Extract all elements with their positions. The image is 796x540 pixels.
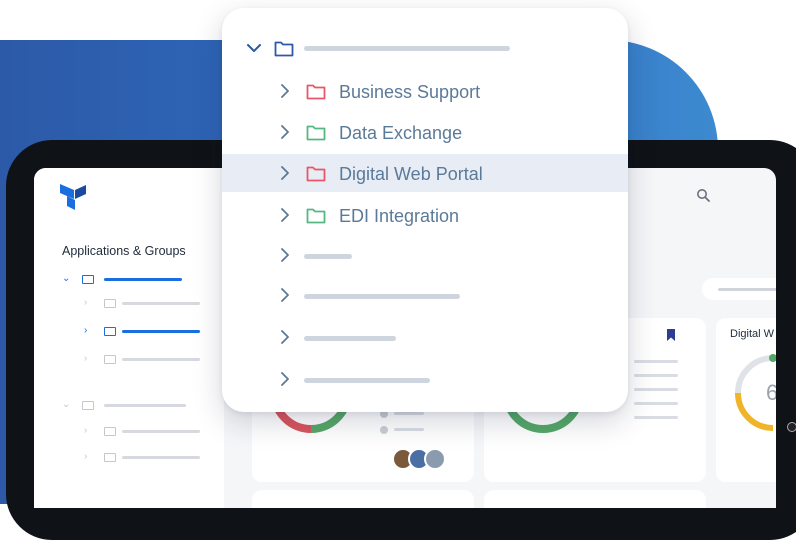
chevron-right-icon: › (84, 297, 88, 308)
sidebar: Applications & Groups ⌄ › › › ⌄ › › (34, 168, 224, 508)
folder-icon (104, 327, 116, 336)
tree-item-label: Business Support (339, 82, 481, 102)
folder-icon (306, 208, 326, 224)
sidebar-item-active[interactable]: › (84, 324, 214, 338)
root-label-placeholder (304, 46, 510, 51)
chevron-down-icon: ⌄ (62, 273, 71, 284)
chevron-right-icon (281, 372, 289, 386)
search-icon[interactable] (696, 188, 710, 202)
tree-item-label: Digital Web Portal (339, 164, 483, 184)
chevron-right-icon (281, 288, 289, 302)
chevron-right-icon: › (84, 451, 88, 462)
folder-icon (306, 166, 326, 182)
legend-dot (380, 426, 388, 434)
tree-placeholder-row[interactable] (222, 320, 628, 358)
tree-item-row[interactable]: EDI Integration (222, 198, 628, 236)
group-label-placeholder (104, 404, 186, 407)
card-title: Digital W (730, 328, 775, 340)
chevron-right-icon (281, 248, 289, 262)
chevron-right-icon (281, 166, 289, 180)
chevron-right-icon (281, 125, 289, 139)
sidebar-group-2[interactable]: ⌄ (62, 398, 212, 412)
item-label-placeholder (122, 430, 200, 433)
sidebar-item[interactable]: › (84, 424, 214, 438)
card-placeholder (252, 490, 474, 508)
chevron-right-icon (281, 208, 289, 222)
folder-icon (104, 355, 116, 364)
folder-icon (104, 453, 116, 462)
chevron-down-icon (247, 44, 261, 52)
folder-icon (274, 41, 294, 57)
sidebar-group-1[interactable]: ⌄ (62, 272, 212, 286)
chevron-right-icon (281, 84, 289, 98)
device-camera (787, 422, 796, 432)
chevron-right-icon: › (84, 353, 88, 364)
chevron-right-icon (281, 330, 289, 344)
tree-root-row[interactable] (222, 30, 628, 68)
item-label-placeholder (122, 302, 200, 305)
app-logo-icon (60, 184, 86, 210)
chevron-down-icon: ⌄ (62, 399, 71, 410)
tree-placeholder-row[interactable] (222, 278, 628, 316)
bookmark-icon[interactable] (666, 328, 676, 342)
tree-item-row[interactable]: Data Exchange (222, 115, 628, 153)
item-label-placeholder (122, 330, 200, 333)
tree-item-row-selected[interactable]: Digital Web Portal (222, 154, 628, 192)
folder-tree-popup: Business Support Data Exchange Digital W… (222, 8, 628, 412)
status-card-digital[interactable]: Digital W 6 (716, 318, 776, 482)
tree-placeholder-row[interactable] (222, 362, 628, 400)
sidebar-item[interactable]: › (84, 296, 214, 310)
chevron-right-icon: › (84, 325, 88, 336)
item-label-placeholder (122, 358, 200, 361)
tree-item-row[interactable]: Business Support (222, 74, 628, 112)
chevron-right-icon: › (84, 425, 88, 436)
group-label-placeholder (104, 278, 182, 281)
card-placeholder (484, 490, 706, 508)
folder-icon (104, 299, 116, 308)
folder-icon (82, 275, 94, 284)
folder-icon (82, 401, 94, 410)
tree-placeholder-row[interactable] (222, 238, 628, 276)
tree-item-label: EDI Integration (339, 206, 460, 226)
folder-icon (104, 427, 116, 436)
item-label-placeholder (304, 378, 430, 383)
item-label-placeholder (304, 254, 352, 259)
gauge-value: 6 (766, 380, 776, 405)
folder-icon (306, 125, 326, 141)
sidebar-item[interactable]: › (84, 450, 214, 464)
item-label-placeholder (304, 294, 460, 299)
sidebar-title: Applications & Groups (62, 244, 186, 258)
item-label-placeholder (122, 456, 200, 459)
filter-pill[interactable] (702, 278, 776, 300)
avatar (424, 448, 446, 470)
item-label-placeholder (304, 336, 396, 341)
tree-item-label: Data Exchange (339, 123, 463, 143)
folder-icon (306, 84, 326, 100)
sidebar-item[interactable]: › (84, 352, 214, 366)
